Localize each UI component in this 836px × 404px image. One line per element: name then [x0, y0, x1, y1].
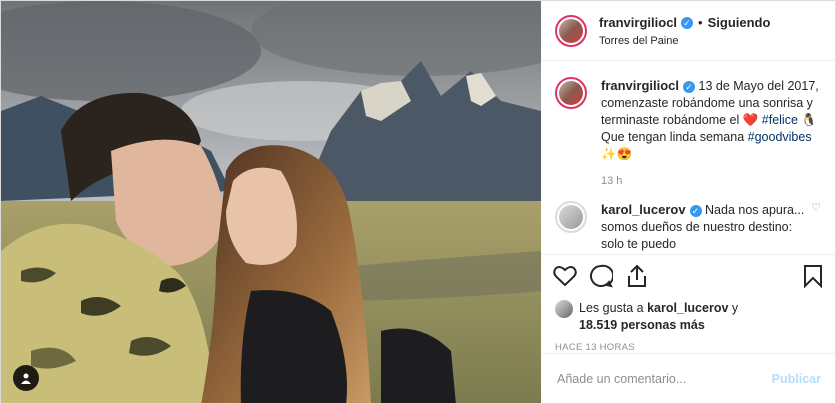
caption-row: franvirgiliocl ✓ 13 de Mayo del 2017, com…: [555, 77, 821, 187]
caption-avatar[interactable]: [555, 77, 587, 109]
post-timestamp[interactable]: HACE 13 HORAS: [541, 334, 835, 353]
likes-summary: Les gusta a karol_lucerov y 18.519 person…: [541, 298, 835, 334]
comments-list[interactable]: franvirgiliocl ✓ 13 de Mayo del 2017, com…: [541, 61, 835, 254]
comment-row: karol_lucerov ✓ Nada nos apura... somos d…: [555, 201, 821, 253]
hashtag-felice[interactable]: #felice: [762, 113, 798, 127]
verified-badge-icon: ✓: [689, 204, 702, 217]
caption-username[interactable]: franvirgiliocl: [601, 78, 679, 93]
likes-count[interactable]: 18.519 personas más: [579, 318, 705, 332]
heart-icon[interactable]: [553, 265, 577, 292]
action-bar: [541, 254, 835, 298]
comment-username[interactable]: karol_lucerov: [601, 202, 686, 217]
post-sidebar: franvirgiliocl ✓ • Siguiendo Torres del Pai…: [541, 1, 835, 403]
liker-avatar[interactable]: [555, 300, 573, 318]
caption-text: franvirgiliocl ✓ 13 de Mayo del 2017, com…: [601, 78, 819, 161]
commenter-avatar[interactable]: [555, 201, 587, 233]
author-info: franvirgiliocl ✓ • Siguiendo Torres del Pai…: [599, 14, 770, 47]
verified-badge-icon: ✓: [681, 16, 694, 29]
share-icon[interactable]: [625, 264, 649, 293]
author-username[interactable]: franvirgiliocl: [599, 15, 677, 30]
location-link[interactable]: Torres del Paine: [599, 35, 770, 47]
add-comment-bar: Publicar: [541, 353, 835, 403]
kissing-couple-mountain-photo: [1, 1, 541, 403]
comment-like-heart-icon[interactable]: ♡: [805, 201, 821, 253]
caption-time[interactable]: 13 h: [601, 175, 821, 187]
following-button[interactable]: Siguiendo: [708, 15, 771, 30]
comment-input[interactable]: [555, 370, 772, 387]
bookmark-icon[interactable]: [803, 264, 823, 293]
publish-button[interactable]: Publicar: [772, 372, 821, 386]
hashtag-goodvibes[interactable]: #goodvibes: [748, 130, 812, 144]
separator-dot: •: [698, 15, 703, 30]
post-photo[interactable]: [1, 1, 541, 403]
comment-text: karol_lucerov ✓ Nada nos apura... somos d…: [601, 202, 805, 251]
user-tag-icon[interactable]: [13, 365, 39, 391]
post-header: franvirgiliocl ✓ • Siguiendo Torres del Pai…: [541, 1, 835, 61]
comment-bubble-icon[interactable]: [589, 264, 615, 293]
author-avatar[interactable]: [555, 14, 587, 47]
liker-username[interactable]: karol_lucerov: [647, 301, 728, 315]
instagram-post: franvirgiliocl ✓ • Siguiendo Torres del Pai…: [0, 0, 836, 404]
likes-text: Les gusta a karol_lucerov y 18.519 person…: [579, 301, 739, 332]
verified-badge-icon: ✓: [683, 80, 696, 93]
